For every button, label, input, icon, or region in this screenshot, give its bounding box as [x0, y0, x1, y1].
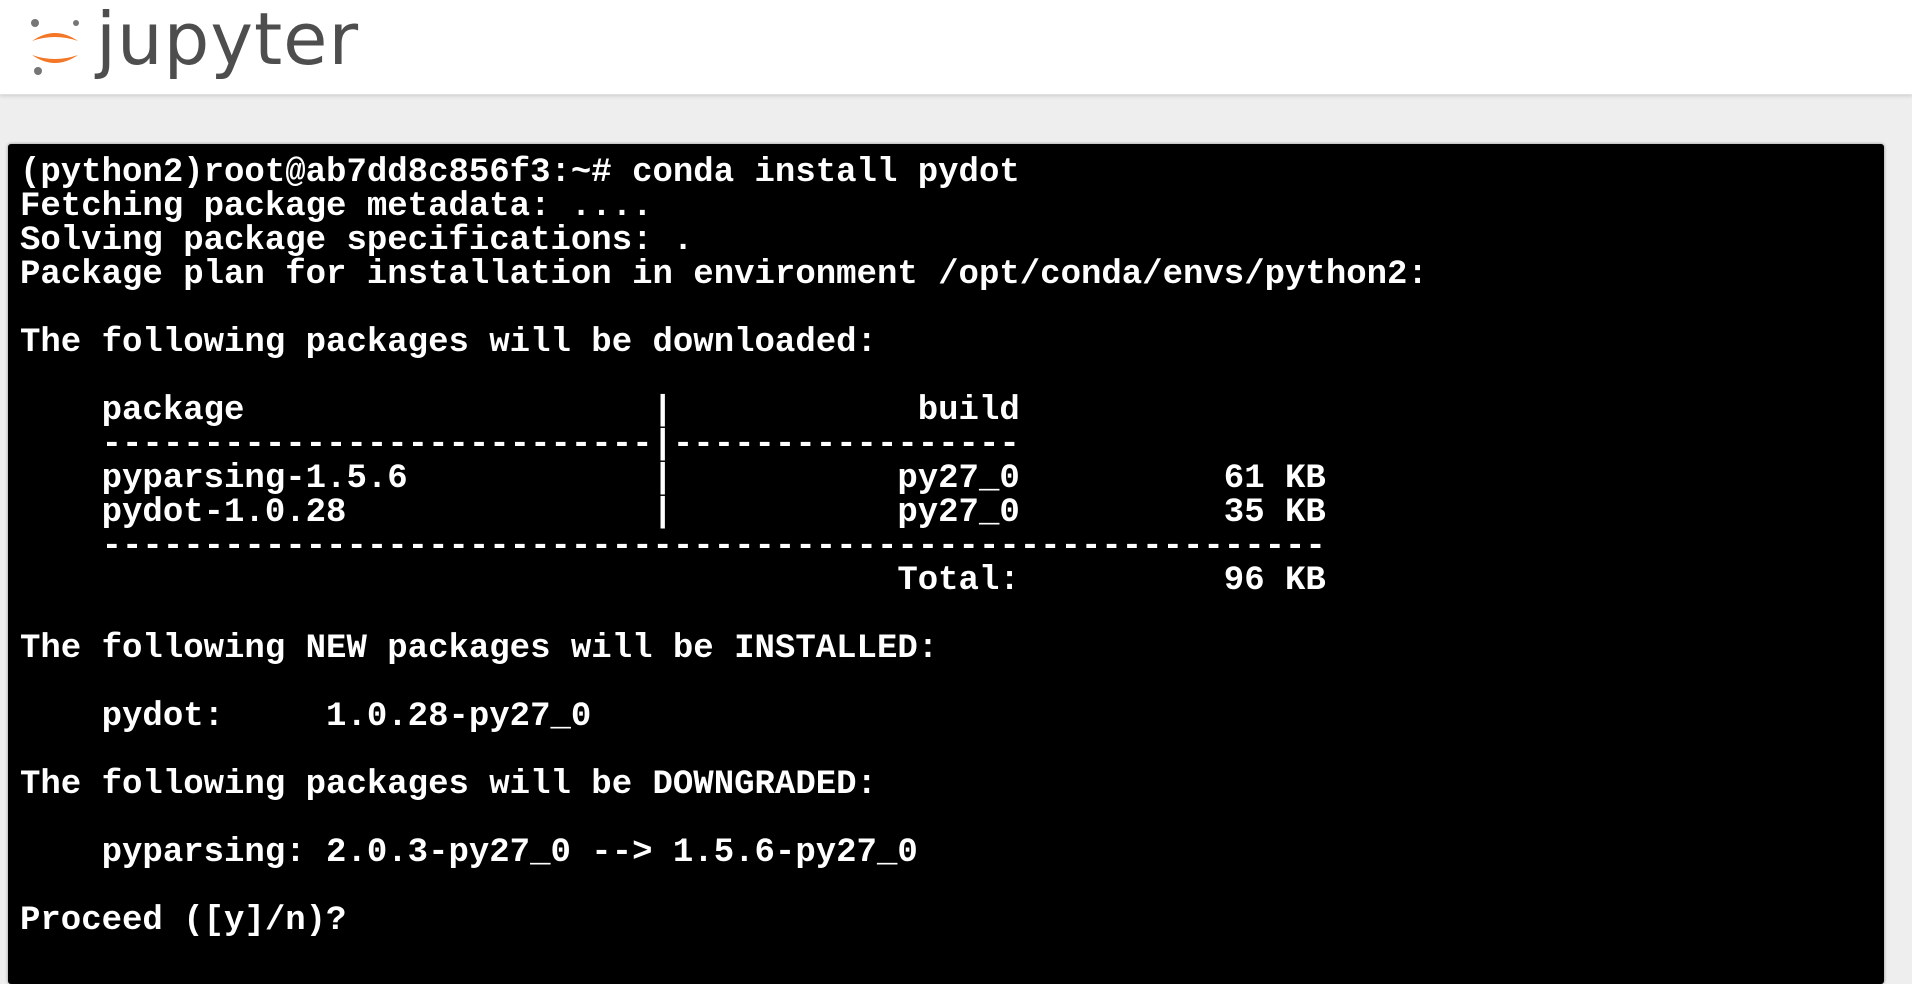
- terminal-line: pydot: 1.0.28-py27_0: [20, 698, 592, 736]
- terminal-line: pydot-1.0.28 | py27_0 35 KB: [20, 494, 1326, 532]
- terminal-line: The following packages will be downloade…: [20, 324, 877, 362]
- terminal-window[interactable]: (python2)root@ab7dd8c856f3:~# conda inst…: [8, 144, 1884, 984]
- terminal-line: ---------------------------|------------…: [20, 426, 1020, 464]
- terminal-line: Solving package specifications: .: [20, 222, 694, 260]
- header-bar: jupyter: [0, 0, 1912, 95]
- terminal-line: The following packages will be DOWNGRADE…: [20, 766, 877, 804]
- terminal-prompt-line: Proceed ([y]/n)?: [20, 902, 347, 940]
- logo-text: jupyter: [96, 0, 360, 81]
- terminal-line: package | build: [20, 392, 1020, 430]
- terminal-line: pyparsing-1.5.6 | py27_0 61 KB: [20, 460, 1326, 498]
- jupyter-logo[interactable]: jupyter: [26, 0, 360, 86]
- terminal-line: ----------------------------------------…: [20, 528, 1326, 566]
- terminal-line: (python2)root@ab7dd8c856f3:~# conda inst…: [20, 154, 1020, 192]
- terminal-line: Fetching package metadata: ....: [20, 188, 653, 226]
- terminal-line: pyparsing: 2.0.3-py27_0 --> 1.5.6-py27_0: [20, 834, 918, 872]
- terminal-line: The following NEW packages will be INSTA…: [20, 630, 939, 668]
- jupyter-logo-icon: [26, 11, 86, 81]
- terminal-line: Package plan for installation in environ…: [20, 256, 1428, 294]
- terminal-line: Total: 96 KB: [20, 562, 1326, 600]
